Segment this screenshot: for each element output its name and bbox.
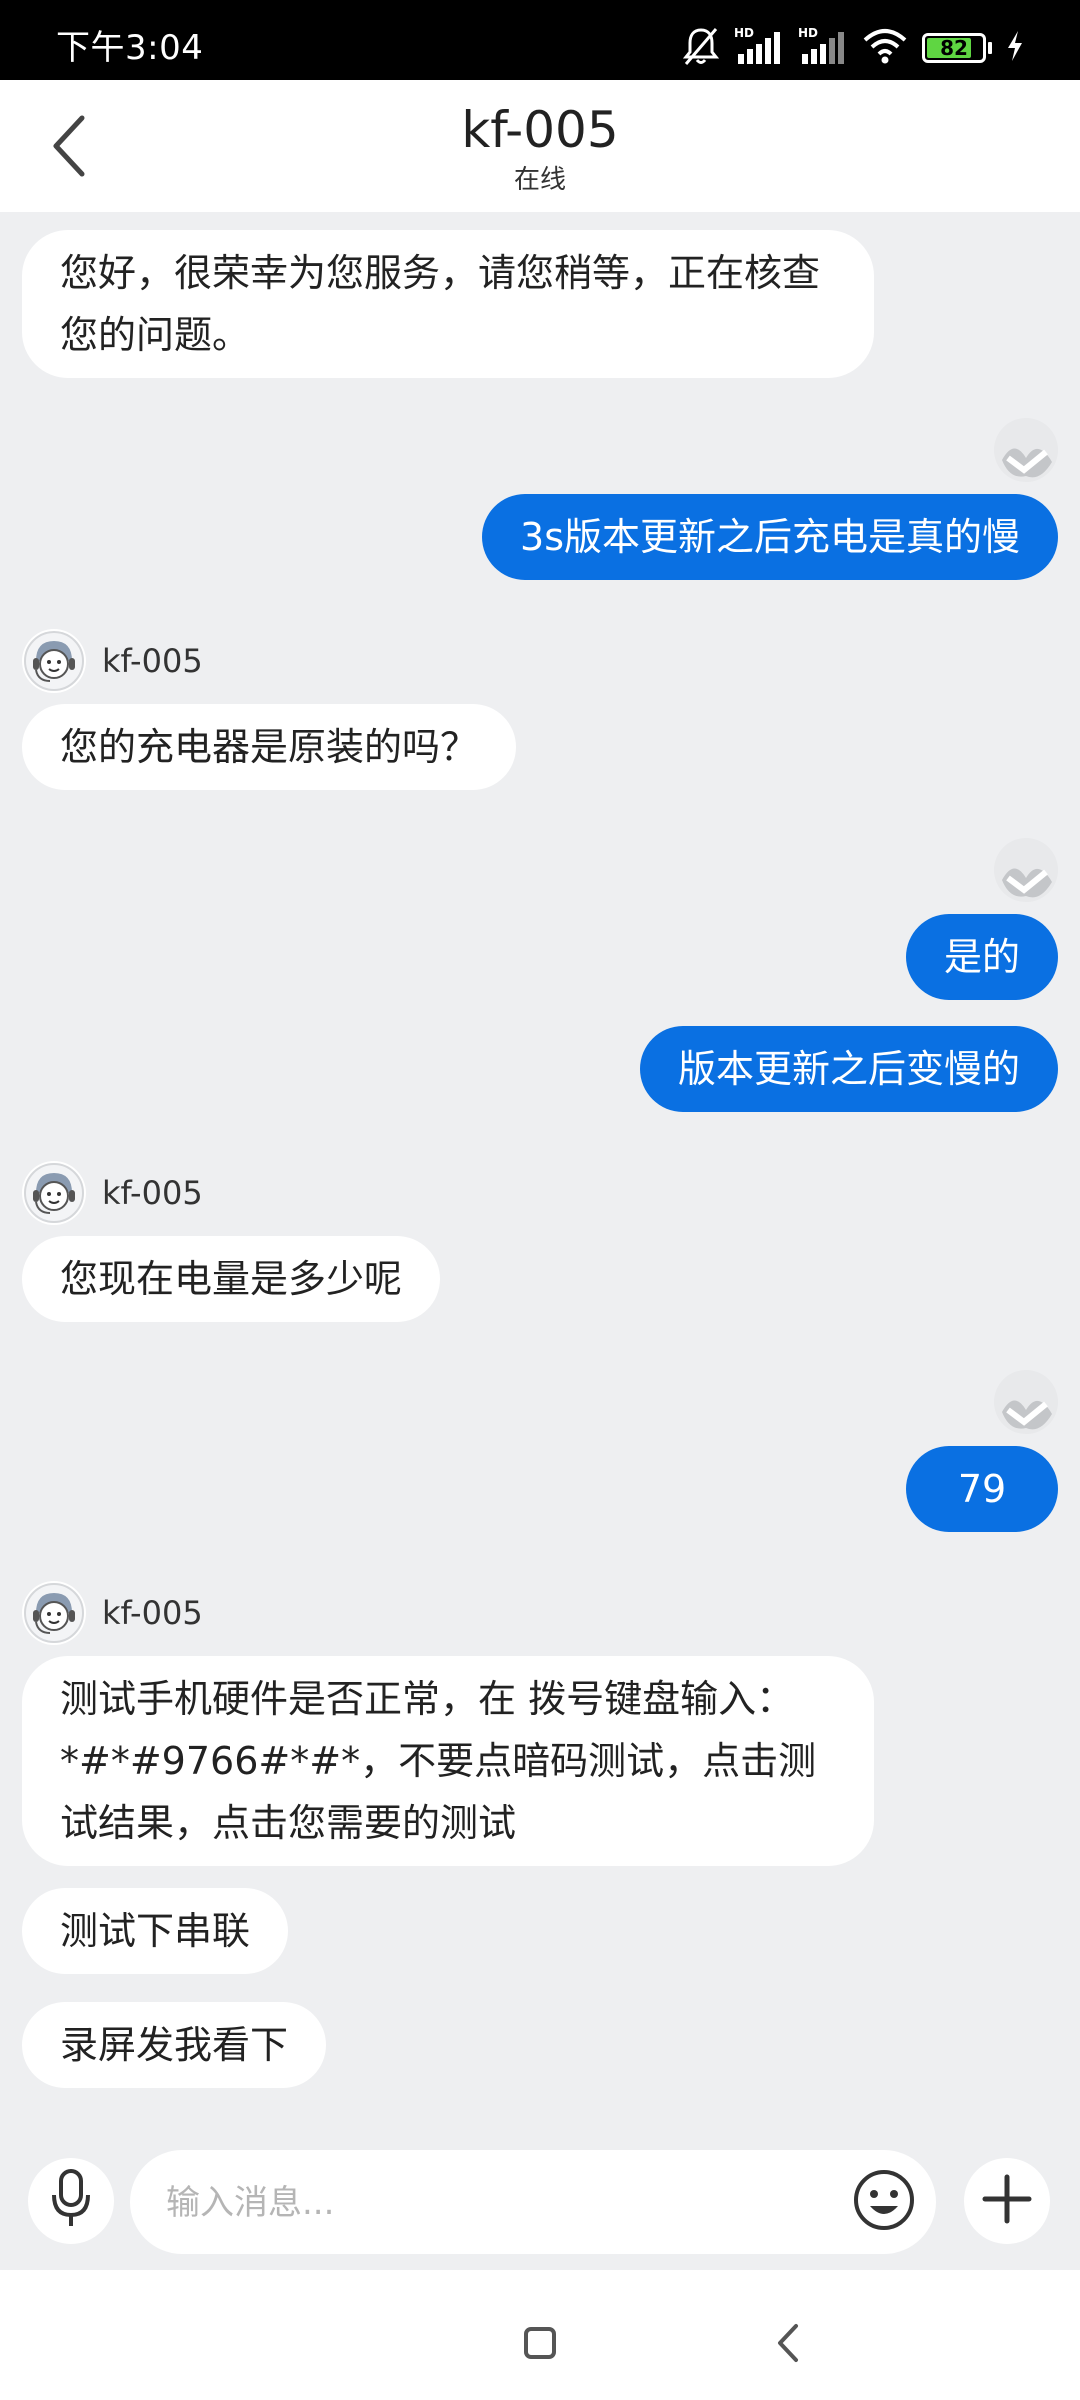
agent-message[interactable]: 您的充电器是原装的吗？ [22, 704, 517, 790]
chat-list[interactable]: 您好，很荣幸为您服务，请您稍等，正在核查您的问题。 3s版本更新之后充电是真的慢 [0, 212, 1080, 2130]
square-icon [523, 2326, 557, 2364]
agent-message[interactable]: 录屏发我看下 [22, 2002, 327, 2088]
agent-avatar[interactable] [22, 1581, 86, 1645]
emoji-button[interactable] [850, 2168, 918, 2236]
wifi-icon [862, 28, 908, 68]
voice-button[interactable] [28, 2158, 114, 2244]
user-avatar[interactable] [994, 418, 1058, 482]
agent-message[interactable]: 测试下串联 [22, 1888, 289, 1974]
microphone-icon [51, 2169, 91, 2233]
agent-header: kf-005 [22, 1578, 203, 1648]
chevron-left-icon [776, 2323, 800, 2367]
more-button[interactable] [964, 2158, 1050, 2244]
agent-header: kf-005 [22, 1158, 203, 1228]
hd-signal-icon: HD [734, 26, 784, 70]
page-title: kf-005 [461, 101, 619, 159]
chat-header: kf-005 在线 [0, 80, 1080, 212]
message-input-wrapper [130, 2150, 936, 2256]
user-message[interactable]: 是的 [905, 914, 1058, 1000]
agent-avatar[interactable] [22, 1161, 86, 1225]
system-nav-bar [0, 2270, 1080, 2400]
agent-header: kf-005 [22, 626, 203, 696]
plus-icon [981, 2173, 1033, 2229]
svg-text:HD: HD [798, 26, 818, 40]
svg-text:HD: HD [734, 26, 754, 40]
composer [0, 2130, 1080, 2270]
battery-icon: 82 [922, 33, 992, 63]
message-input[interactable] [164, 2150, 830, 2256]
agent-name: kf-005 [102, 642, 203, 680]
user-message[interactable]: 79 [906, 1446, 1058, 1532]
home-button[interactable] [510, 2315, 570, 2375]
status-time: 下午3:04 [56, 28, 204, 68]
agent-message[interactable]: 您现在电量是多少呢 [22, 1236, 441, 1322]
agent-message[interactable]: 您好，很荣幸为您服务，请您稍等，正在核查您的问题。 [22, 230, 874, 378]
user-avatar[interactable] [994, 1370, 1058, 1434]
agent-message[interactable]: 测试手机硬件是否正常，在 拨号键盘输入：*#*#9766#*#*，不要点暗码测试… [22, 1656, 874, 1866]
status-bar: 下午3:04 HD HD 82 [0, 0, 1080, 80]
hd-signal-icon: HD [798, 26, 848, 70]
agent-avatar[interactable] [22, 629, 86, 693]
mute-bell-icon [682, 26, 720, 70]
user-message[interactable]: 3s版本更新之后充电是真的慢 [482, 494, 1058, 580]
charging-icon [1006, 30, 1024, 66]
agent-name: kf-005 [102, 1174, 203, 1212]
smiley-icon [852, 2168, 916, 2236]
system-back-button[interactable] [758, 2315, 818, 2375]
user-avatar[interactable] [994, 838, 1058, 902]
online-status: 在线 [513, 165, 566, 195]
user-message[interactable]: 版本更新之后变慢的 [639, 1026, 1058, 1112]
status-icons: HD HD 82 [682, 26, 1024, 70]
battery-level: 82 [940, 36, 968, 60]
agent-name: kf-005 [102, 1594, 203, 1632]
